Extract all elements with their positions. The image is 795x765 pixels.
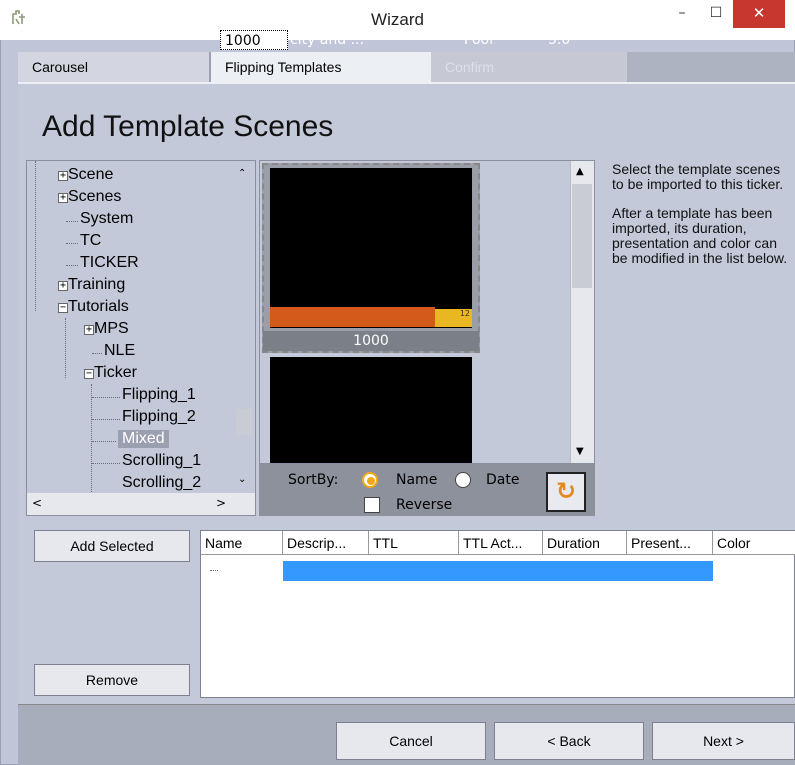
column-header-ttl[interactable]: TTL	[369, 531, 459, 555]
tree-item[interactable]: Scenes	[68, 188, 121, 206]
grid-header: Name Descrip... TTL TTL Act... Duration …	[201, 531, 795, 555]
scroll-up-icon[interactable]: ▲	[576, 166, 584, 177]
tree-line	[91, 384, 92, 492]
cell-description[interactable]: city and ...	[286, 30, 364, 50]
cell-color[interactable]	[714, 30, 718, 50]
reverse-label: Reverse	[396, 497, 453, 513]
tree-item[interactable]: Tutorials	[68, 298, 129, 316]
tree-line	[66, 243, 78, 244]
column-header-name[interactable]: Name	[201, 531, 283, 555]
sort-name-label: Name	[396, 472, 438, 488]
scroll-right-icon[interactable]: >	[216, 496, 226, 510]
sortby-label: SortBy:	[288, 472, 339, 488]
table-row[interactable]	[283, 561, 713, 581]
scroll-up-icon[interactable]: ⌃	[238, 168, 246, 179]
cell-duration[interactable]: 5.0	[544, 30, 570, 50]
tree-item[interactable]: Scrolling_2	[122, 474, 201, 492]
scroll-thumb[interactable]	[572, 184, 592, 288]
collapse-icon[interactable]: −	[84, 369, 94, 379]
expand-icon[interactable]: +	[58, 171, 68, 181]
column-header-color[interactable]: Color	[713, 531, 795, 555]
thumbnail-ticker-bar	[270, 307, 435, 327]
next-button[interactable]: Next >	[652, 722, 795, 760]
tree-item[interactable]: TC	[80, 232, 101, 250]
tab-strip: Carousel Flipping Templates Confirm	[18, 52, 795, 84]
close-button[interactable]: ✕	[733, 0, 785, 28]
remove-button[interactable]: Remove	[34, 664, 190, 696]
sort-date-radio[interactable]	[455, 472, 471, 488]
tree-item[interactable]: Scrolling_1	[122, 452, 201, 470]
tree-line	[92, 397, 120, 398]
expand-icon[interactable]: +	[58, 281, 68, 291]
expand-icon[interactable]: +	[58, 193, 68, 203]
column-header-duration[interactable]: Duration	[543, 531, 627, 555]
thumbnail-image	[270, 168, 472, 328]
tree-line	[66, 221, 78, 222]
help-text: Select the template scenes to be importe…	[612, 162, 792, 280]
minimize-button[interactable]: –	[665, 0, 699, 28]
tree-line	[66, 265, 78, 266]
scroll-thumb[interactable]	[236, 409, 252, 435]
cell-presentation[interactable]	[628, 30, 632, 50]
sort-name-radio[interactable]	[362, 472, 378, 488]
scroll-down-icon[interactable]: ⌄	[238, 474, 246, 485]
tree-line	[92, 419, 120, 420]
tree-item[interactable]: Training	[68, 276, 125, 294]
tree-item[interactable]: System	[80, 210, 133, 228]
help-paragraph: Select the template scenes to be importe…	[612, 161, 784, 192]
scroll-left-icon[interactable]: <	[32, 496, 42, 510]
tree-item[interactable]: MPS	[94, 320, 129, 338]
maximize-button[interactable]: ☐	[699, 0, 733, 28]
reverse-checkbox[interactable]	[364, 497, 380, 513]
tree-vertical-scrollbar[interactable]	[232, 161, 254, 493]
title-bar: Wizard – ☐ ✕	[0, 0, 795, 40]
column-header-presentation[interactable]: Present...	[627, 531, 713, 555]
tree-line	[35, 161, 36, 311]
column-header-description[interactable]: Descrip...	[283, 531, 369, 555]
tree-line	[92, 463, 120, 464]
template-list[interactable]: Name Descrip... TTL TTL Act... Duration …	[200, 530, 795, 698]
thumbnail-ticker-badge: 12	[435, 309, 472, 327]
tree-line	[92, 353, 102, 354]
tree-item-selected[interactable]: Mixed	[118, 430, 169, 448]
tab-flipping-templates[interactable]: Flipping Templates	[211, 52, 431, 84]
back-button[interactable]: < Back	[494, 722, 644, 760]
expand-icon[interactable]: +	[84, 325, 94, 335]
tree-item[interactable]: Flipping_2	[122, 408, 196, 426]
cancel-button[interactable]: Cancel	[336, 722, 486, 760]
page-title: Add Template Scenes	[42, 110, 334, 143]
sort-date-label: Date	[486, 472, 520, 488]
refresh-button[interactable]: ↻	[546, 472, 586, 512]
tree-item[interactable]: Flipping_1	[122, 386, 196, 404]
cell-ttl[interactable]	[372, 30, 376, 50]
cell-name[interactable]: 1000	[220, 30, 288, 50]
template-thumbnail-2[interactable]	[270, 357, 472, 463]
tree-line	[92, 441, 116, 442]
collapse-icon[interactable]: −	[58, 303, 68, 313]
cell-ttl-action[interactable]: Pool	[460, 30, 493, 50]
tab-confirm: Confirm	[431, 52, 627, 82]
column-header-ttl-action[interactable]: TTL Act...	[459, 531, 543, 555]
tree-item-clip: Scrolling_2	[122, 474, 232, 492]
add-selected-button[interactable]: Add Selected	[34, 530, 190, 562]
tree-line	[65, 318, 66, 378]
refresh-icon: ↻	[555, 477, 577, 505]
tree-item[interactable]: NLE	[104, 342, 135, 360]
scroll-down-icon[interactable]: ▼	[576, 446, 584, 457]
help-paragraph: After a template has been imported, its …	[612, 205, 788, 266]
tree-line	[210, 570, 218, 571]
thumbnail-label: 1000	[263, 331, 479, 351]
tab-carousel[interactable]: Carousel	[18, 52, 211, 82]
tree-item[interactable]: TICKER	[80, 254, 139, 272]
tree-item[interactable]: Scene	[68, 166, 113, 184]
tree-item[interactable]: Ticker	[94, 364, 137, 382]
